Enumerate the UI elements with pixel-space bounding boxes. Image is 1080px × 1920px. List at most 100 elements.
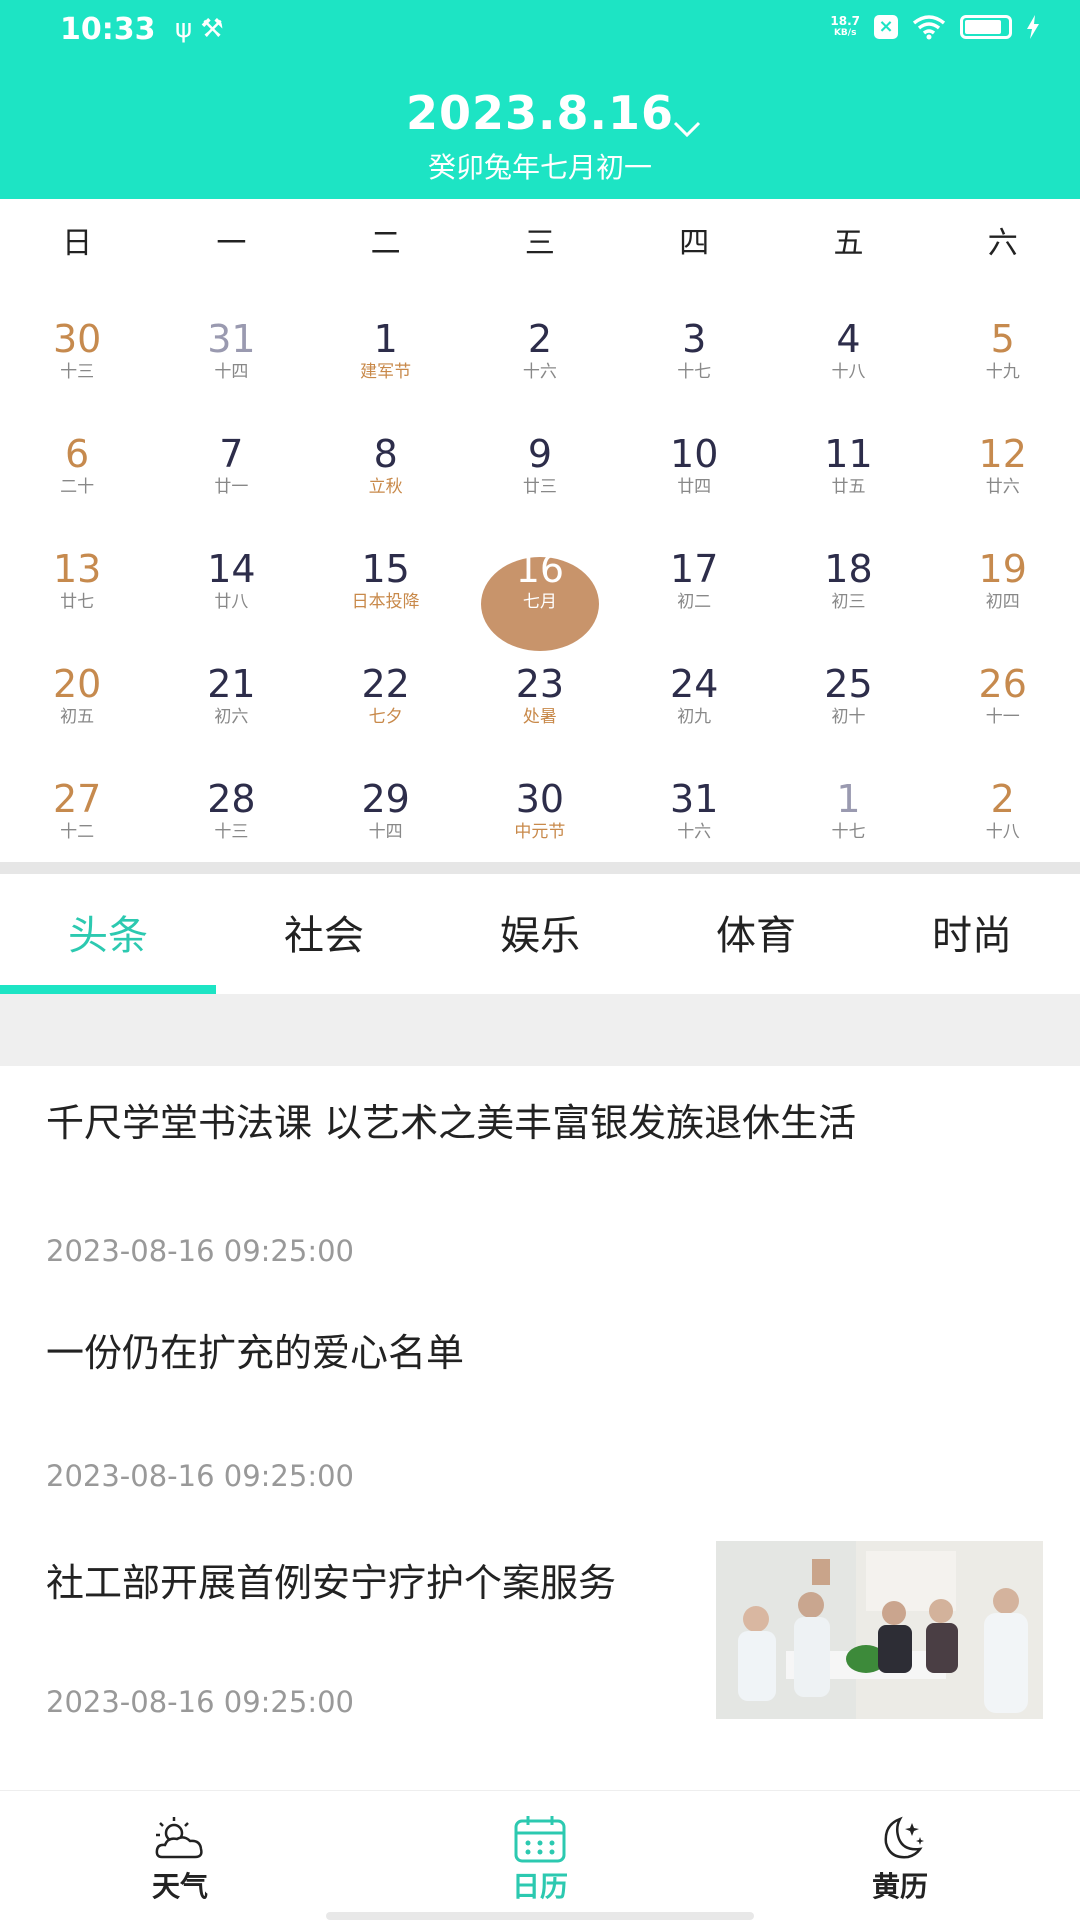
calendar-day[interactable]: 29 十四 <box>309 749 463 864</box>
tab-sports[interactable]: 体育 <box>648 874 864 994</box>
weather-icon <box>155 1817 203 1859</box>
calendar-day[interactable]: 9 廿三 <box>463 404 617 519</box>
tab-entertainment[interactable]: 娱乐 <box>432 874 648 994</box>
nav-calendar[interactable]: 日历 <box>440 1791 640 1905</box>
calendar-day[interactable]: 2 十六 <box>463 289 617 404</box>
calendar-day-today[interactable]: 16 七月 <box>463 519 617 651</box>
calendar-day[interactable]: 8 立秋 <box>309 404 463 519</box>
net-speed-value: 18.7 <box>830 14 860 28</box>
day-number: 3 <box>682 317 707 361</box>
lunar-day: 建军节 <box>360 362 412 382</box>
calendar-day[interactable]: 27 十二 <box>0 749 154 864</box>
calendar-day[interactable]: 13 廿七 <box>0 519 154 634</box>
tab-fashion[interactable]: 时尚 <box>864 874 1080 994</box>
calendar-day[interactable]: 31 十四 <box>154 289 308 404</box>
calendar-day[interactable]: 1 十七 <box>771 749 925 864</box>
nav-almanac[interactable]: 黄历 <box>800 1791 1000 1905</box>
wifi-icon <box>912 15 946 40</box>
lunar-day: 十二 <box>60 822 95 842</box>
calendar-day[interactable]: 1 建军节 <box>309 289 463 404</box>
day-number: 14 <box>207 547 256 591</box>
calendar-day[interactable]: 17 初二 <box>617 519 771 634</box>
lunar-day: 廿一 <box>214 477 249 497</box>
chevron-down-icon[interactable] <box>672 114 702 144</box>
day-number: 30 <box>52 317 102 361</box>
day-number: 6 <box>65 432 90 476</box>
calendar-day[interactable]: 25 初十 <box>771 634 925 749</box>
calendar-day[interactable]: 6 二十 <box>0 404 154 519</box>
day-number: 26 <box>978 662 1027 706</box>
lunar-day: 廿三 <box>522 477 557 497</box>
calendar-day[interactable]: 14 廿八 <box>154 519 308 634</box>
lunar-day: 初六 <box>214 707 249 727</box>
calendar-day[interactable]: 28 十三 <box>154 749 308 864</box>
tab-headlines[interactable]: 头条 <box>0 874 216 994</box>
calendar-day[interactable]: 7 廿一 <box>154 404 308 519</box>
bottom-nav: 天气 日历 黄历 <box>0 1790 1080 1920</box>
nav-label: 天气 <box>151 1870 208 1903</box>
lunar-day: 十六 <box>522 362 557 382</box>
lunar-date: 癸卯兔年七月初一 <box>427 151 652 184</box>
day-number: 10 <box>670 432 719 476</box>
lunar-day: 立秋 <box>368 477 403 497</box>
news-thumbnail[interactable] <box>716 1541 1043 1719</box>
no-sim-icon: × <box>874 15 898 39</box>
usb-tools-icons: ψ ⚒ <box>175 14 224 44</box>
calendar-day[interactable]: 2 十八 <box>926 749 1080 864</box>
day-number: 28 <box>207 777 256 821</box>
lunar-day: 十四 <box>368 822 403 842</box>
day-number: 22 <box>361 662 410 706</box>
calendar-day[interactable]: 18 初三 <box>771 519 925 634</box>
calendar-day[interactable]: 19 初四 <box>926 519 1080 634</box>
nav-weather[interactable]: 天气 <box>80 1791 280 1905</box>
tab-society[interactable]: 社会 <box>216 874 432 994</box>
selected-date[interactable]: 2023.8.16 <box>0 86 1080 140</box>
news-time: 2023-08-16 09:25:00 <box>46 1234 354 1268</box>
calendar-day[interactable]: 4 十八 <box>771 289 925 404</box>
calendar-day[interactable]: 30 中元节 <box>463 749 617 864</box>
day-number: 16 <box>515 547 565 591</box>
news-time: 2023-08-16 09:25:00 <box>46 1459 354 1493</box>
calendar-day[interactable]: 30 十三 <box>0 289 154 404</box>
calendar-day[interactable]: 22 七夕 <box>309 634 463 749</box>
day-number: 25 <box>824 662 873 706</box>
day-number: 17 <box>670 547 719 591</box>
calendar-day[interactable]: 26 十一 <box>926 634 1080 749</box>
day-number: 8 <box>373 432 398 476</box>
calendar-day[interactable]: 10 廿四 <box>617 404 771 519</box>
lunar-day: 处暑 <box>522 707 557 727</box>
calendar-week-row: 6 二十 7 廿一 8 立秋 9 廿三 10 廿四 11 廿五 12 廿六 <box>0 404 1080 519</box>
lunar-day: 七月 <box>522 592 557 612</box>
home-indicator[interactable] <box>326 1912 754 1920</box>
day-number: 29 <box>361 777 410 821</box>
news-title[interactable]: 社工部开展首例安宁疗护个案服务 <box>46 1560 686 1606</box>
calendar-day[interactable]: 5 十九 <box>926 289 1080 404</box>
lunar-day: 二十 <box>60 477 95 497</box>
lunar-day: 初二 <box>677 592 712 612</box>
weekday-label: 四 <box>679 226 710 261</box>
status-time: 10:33 <box>60 12 156 47</box>
calendar-day[interactable]: 20 初五 <box>0 634 154 749</box>
status-right: 18.7 KB/s × <box>830 14 1040 40</box>
calendar-day[interactable]: 31 十六 <box>617 749 771 864</box>
calendar-day[interactable]: 15 日本投降 <box>309 519 463 634</box>
news-title[interactable]: 千尺学堂书法课 以艺术之美丰富银发族退休生活 <box>46 1100 1036 1146</box>
day-number: 1 <box>373 317 398 361</box>
weekday-label: 三 <box>524 226 555 261</box>
lunar-day: 十九 <box>985 362 1020 382</box>
news-title[interactable]: 一份仍在扩充的爱心名单 <box>46 1330 1036 1376</box>
lunar-day: 廿四 <box>677 477 712 497</box>
weekday-header: 日 一 二 三 四 五 六 <box>0 199 1080 289</box>
calendar-day[interactable]: 21 初六 <box>154 634 308 749</box>
calendar-week-row: 20 初五 21 初六 22 七夕 23 处暑 24 初九 25 初十 26 十一 <box>0 634 1080 749</box>
lunar-day: 十七 <box>831 822 866 842</box>
calendar-day[interactable]: 23 处暑 <box>463 634 617 749</box>
calendar-day[interactable]: 3 十七 <box>617 289 771 404</box>
day-number: 15 <box>361 547 410 591</box>
calendar-day[interactable]: 12 廿六 <box>926 404 1080 519</box>
calendar-day[interactable]: 11 廿五 <box>771 404 925 519</box>
calendar-day[interactable]: 24 初九 <box>617 634 771 749</box>
calendar-week-row: 13 廿七 14 廿八 15 日本投降 16 七月 17 初二 18 初三 19 初四 <box>0 519 1080 651</box>
calendar-week-row: 27 十二 28 十三 29 十四 30 中元节 31 十六 1 十七 2 十八 <box>0 749 1080 864</box>
lunar-day: 十六 <box>677 822 712 842</box>
